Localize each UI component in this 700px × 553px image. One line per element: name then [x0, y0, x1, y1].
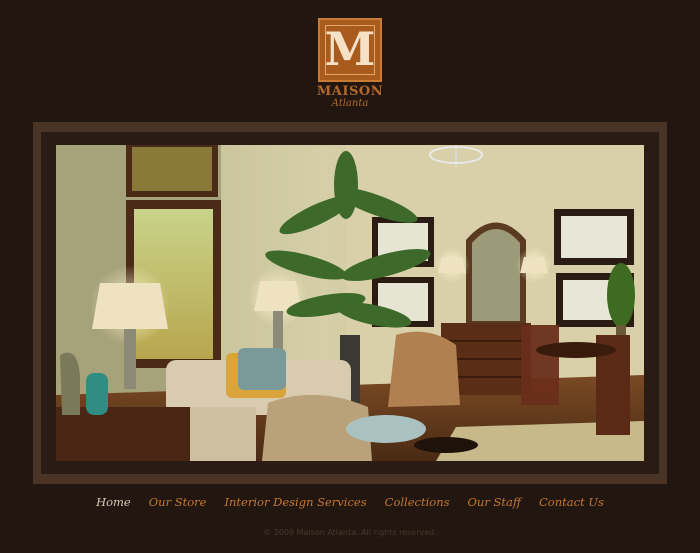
- logo-inner-border: M: [325, 25, 375, 75]
- footer-copyright: © 2009 Maison Atlanta. All rights reserv…: [263, 528, 437, 537]
- brand-logo[interactable]: M: [318, 18, 382, 82]
- nav-home[interactable]: Home: [87, 495, 140, 513]
- brand-name: MAISON: [316, 84, 384, 99]
- nav-contact-us[interactable]: Contact Us: [530, 495, 613, 513]
- nav-our-store[interactable]: Our Store: [140, 495, 216, 513]
- logo-letter: M: [324, 22, 376, 76]
- hero-image: [56, 145, 644, 461]
- brand-location: Atlanta: [331, 98, 369, 109]
- main-nav: Home Our Store Interior Design Services …: [0, 495, 700, 513]
- nav-collections[interactable]: Collections: [376, 495, 459, 513]
- nav-our-staff[interactable]: Our Staff: [459, 495, 531, 513]
- nav-interior-design-services[interactable]: Interior Design Services: [215, 495, 375, 513]
